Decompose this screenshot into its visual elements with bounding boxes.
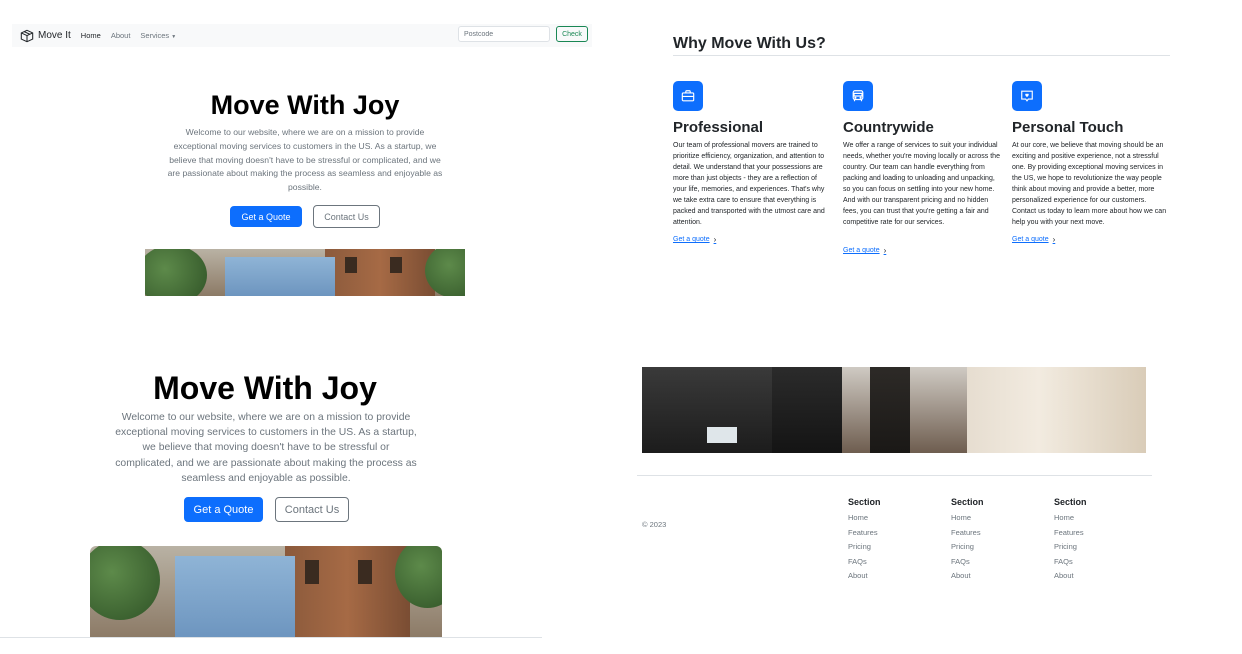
footer-link[interactable]: Pricing [848,542,881,551]
contact-us-button[interactable]: Contact Us [313,205,380,228]
navbar: Move It Home About Services▼ Check [12,24,592,47]
get-quote-button[interactable]: Get a Quote [230,206,302,227]
footer-link[interactable]: Pricing [1054,542,1087,551]
chat-heart-icon [1021,90,1033,102]
footer-link[interactable]: About [848,571,881,580]
photo-person [870,367,910,453]
feature-title: Personal Touch [1012,119,1124,136]
hero-title-large: Move With Joy [153,370,377,406]
photo-window [345,257,357,273]
footer-link[interactable]: Pricing [951,542,984,551]
footer-heading: Section [848,497,881,507]
get-quote-button-large[interactable]: Get a Quote [184,497,263,522]
hero-top: Move With Joy Welcome to our website, wh… [150,90,460,230]
photo-box-label [707,427,737,443]
hero-image [145,249,465,296]
feature-title: Professional [673,119,764,136]
footer-link[interactable]: Home [848,513,881,522]
copyright: © 2023 [642,520,667,529]
brand-name: Move It [38,30,71,41]
photo-truck [225,257,335,296]
contact-us-button-large[interactable]: Contact Us [275,497,349,522]
feature-link-label: Get a quote [843,247,880,254]
footer-link[interactable]: Features [1054,528,1087,537]
feature-icon-box [673,81,703,111]
hero-image-large [90,546,442,638]
hero-lead-large: Welcome to our website, where we are on … [115,412,417,484]
photo-box [772,367,842,453]
feature-icon-box [843,81,873,111]
feature-text: Our team of professional movers are trai… [673,142,825,226]
footer-link[interactable]: FAQs [1054,557,1087,566]
feature-link-label: Get a quote [673,236,710,243]
footer-heading: Section [1054,497,1087,507]
footer-link[interactable]: Features [848,528,881,537]
footer-divider [637,475,1152,476]
footer-column: Section Home Features Pricing FAQs About [951,497,984,580]
chevron-right-icon: › [713,235,717,244]
photo-building [285,546,410,638]
features-heading: Why Move With Us? [673,35,826,52]
feature-link[interactable]: Get a quote › [1012,235,1055,244]
footer-link[interactable]: About [1054,571,1087,580]
nav-home[interactable]: Home [81,31,101,40]
feature-title: Countrywide [843,119,934,136]
check-button[interactable]: Check [556,26,588,42]
bottom-divider [0,637,542,638]
truck-front-icon [852,90,864,102]
footer-column: Section Home Features Pricing FAQs About [1054,497,1087,580]
photo-building [325,249,435,296]
nav-about[interactable]: About [111,31,131,40]
footer-link[interactable]: FAQs [848,557,881,566]
footer-link[interactable]: FAQs [951,557,984,566]
footer-link[interactable]: Home [951,513,984,522]
photo-window [305,560,319,584]
footer-heading: Section [951,497,984,507]
footer-column: Section Home Features Pricing FAQs About [848,497,881,580]
footer-link[interactable]: Home [1054,513,1087,522]
chevron-right-icon: › [883,246,887,255]
feature-text: We offer a range of services to suit you… [843,142,1000,226]
box-icon [20,29,34,42]
photo-window [390,257,402,273]
photo-wall [967,367,1146,453]
chevron-right-icon: › [1052,235,1056,244]
photo-window [358,560,372,584]
nav-services-dropdown[interactable]: Services ▼ [140,31,176,40]
features-divider [673,55,1170,56]
hero-lead: Welcome to our website, where we are on … [167,127,443,193]
briefcase-icon [681,90,695,102]
feature-link[interactable]: Get a quote › [673,235,716,244]
brand[interactable]: Move It [20,29,71,43]
banner-image [642,367,1146,453]
hero-title: Move With Joy [210,90,400,120]
photo-truck [175,556,295,638]
feature-text: At our core, we believe that moving shou… [1012,142,1167,226]
footer-link[interactable]: About [951,571,984,580]
feature-icon-box [1012,81,1042,111]
photo-plant [145,249,207,296]
feature-link[interactable]: Get a quote › [843,246,886,255]
footer-link[interactable]: Features [951,528,984,537]
caret-down-icon: ▼ [171,34,177,40]
feature-link-label: Get a quote [1012,236,1049,243]
nav-services-label: Services [140,31,170,40]
postcode-input[interactable] [458,26,550,42]
